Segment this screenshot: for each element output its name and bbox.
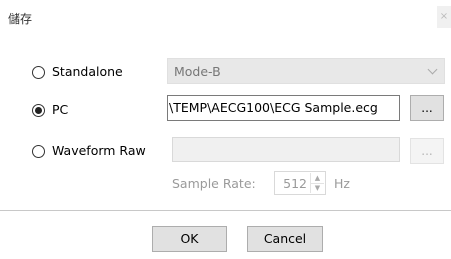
cancel-button[interactable]: Cancel: [247, 226, 323, 252]
sample-rate-spinner[interactable]: ▲ ▼: [310, 173, 324, 193]
ok-button[interactable]: OK: [152, 226, 227, 252]
waveform-raw-path-input[interactable]: [172, 137, 400, 162]
sample-rate-unit: Hz: [334, 176, 350, 191]
pc-label: PC: [52, 102, 69, 117]
standalone-mode-value: Mode-B: [174, 64, 221, 79]
pc-browse-button[interactable]: ...: [410, 95, 444, 121]
close-icon[interactable]: ×: [437, 6, 451, 28]
spin-down-icon[interactable]: ▼: [311, 183, 324, 193]
waveform-raw-radio[interactable]: [32, 145, 45, 158]
sample-rate-value: 512: [283, 176, 307, 191]
standalone-mode-select[interactable]: Mode-B: [167, 58, 445, 84]
chevron-down-icon: [427, 64, 438, 75]
waveform-raw-browse-button[interactable]: ...: [410, 138, 444, 164]
pc-radio[interactable]: [32, 104, 45, 117]
pc-path-value: \TEMP\AECG100\ECG Sample.ecg: [169, 100, 378, 115]
sample-rate-input[interactable]: 512 ▲ ▼: [274, 171, 326, 195]
divider: [0, 210, 451, 211]
standalone-radio[interactable]: [32, 66, 45, 79]
window-title: 儲存: [8, 12, 33, 26]
pc-option[interactable]: PC: [0, 100, 160, 122]
standalone-label: Standalone: [52, 64, 123, 79]
title-bar: 儲存 ×: [0, 0, 451, 36]
sample-rate-label: Sample Rate:: [172, 176, 256, 191]
waveform-raw-option[interactable]: Waveform Raw: [0, 141, 165, 163]
standalone-option[interactable]: Standalone: [0, 62, 160, 84]
pc-path-input[interactable]: \TEMP\AECG100\ECG Sample.ecg: [167, 95, 400, 121]
waveform-raw-label: Waveform Raw: [52, 143, 146, 158]
